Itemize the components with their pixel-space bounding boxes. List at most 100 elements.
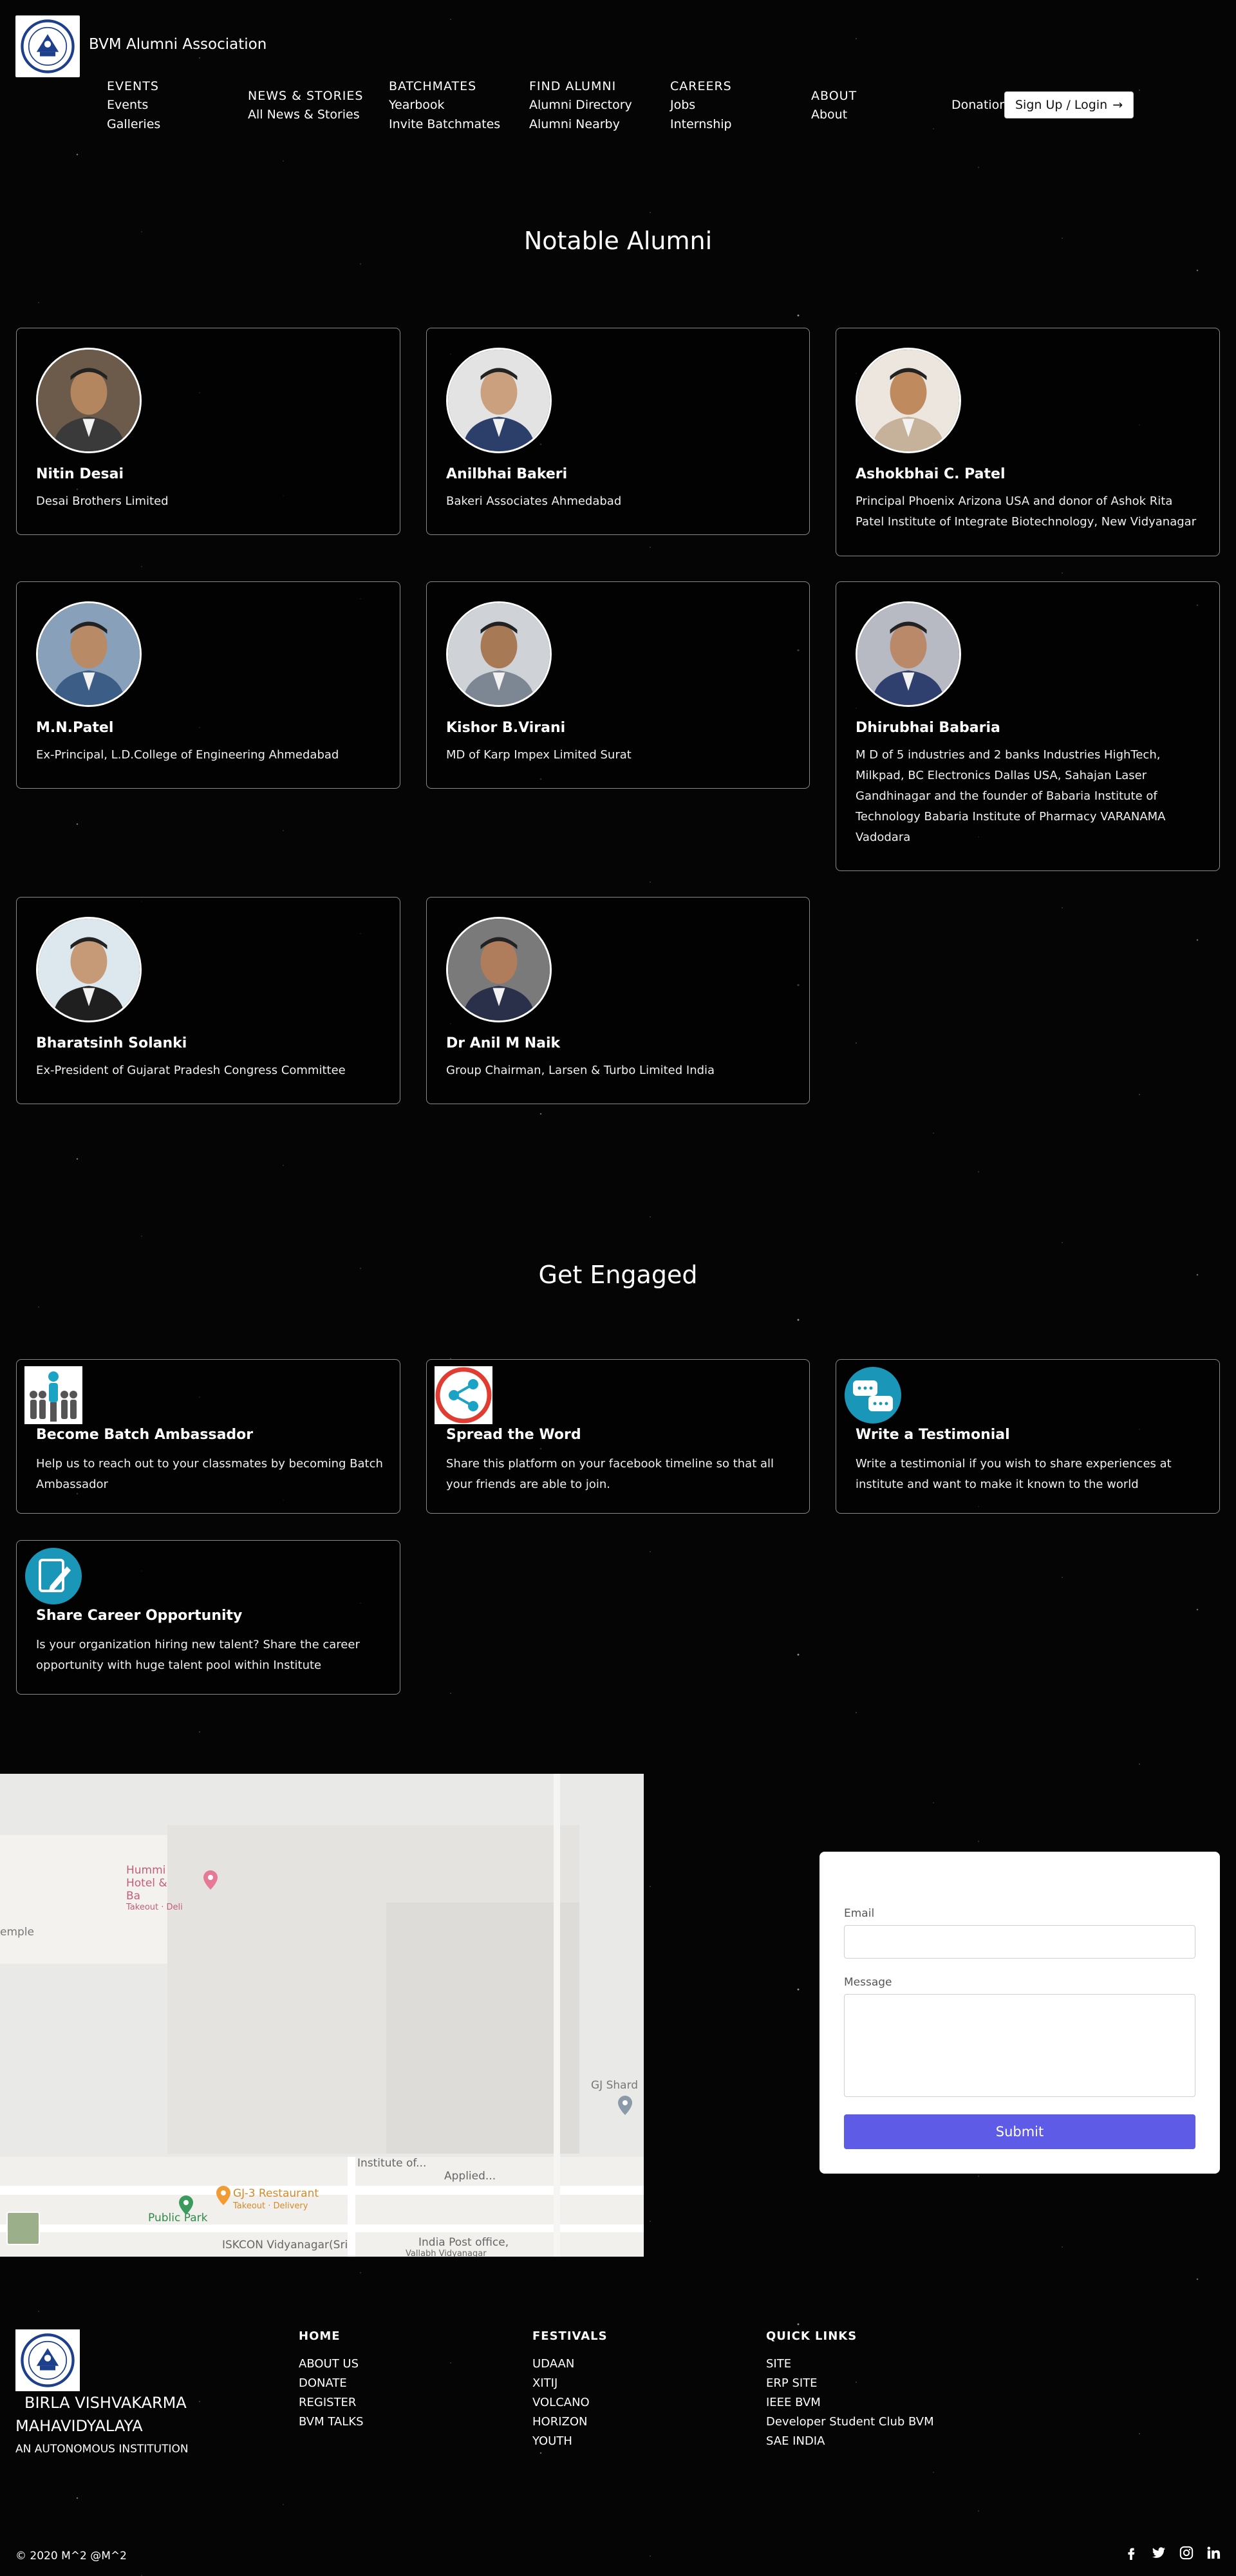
career-icon xyxy=(25,1548,82,1604)
alumni-photo xyxy=(448,350,550,451)
alumni-name: Dr Anil M Naik xyxy=(446,1035,561,1051)
message-label: Message xyxy=(844,1976,892,1989)
institution-name: BIRLA VISHVAKARMA MAHAVIDYALAYA xyxy=(15,2391,187,2438)
nav-news: NEWS & STORIES All News & Stories xyxy=(248,87,389,124)
brand-name[interactable]: BVM Alumni Association xyxy=(89,36,267,53)
footer-col-festivals: FESTIVALS UDAAN XITIJ VOLCANO HORIZON YO… xyxy=(532,2329,608,2451)
alumni-avatar xyxy=(446,601,552,707)
engage-card-spread[interactable]: Spread the Word Share this platform on y… xyxy=(426,1359,810,1514)
map-pin-icon[interactable] xyxy=(618,2096,632,2115)
map-pin-icon[interactable] xyxy=(203,1870,218,1890)
footer-link[interactable]: ABOUT US xyxy=(299,2355,364,2374)
footer-link[interactable]: DONATE xyxy=(299,2374,364,2393)
nav-link-jobs[interactable]: Jobs xyxy=(670,95,812,115)
map-block xyxy=(386,1903,579,2154)
footer-head: HOME xyxy=(299,2329,341,2343)
nav-careers: CAREERS Jobs Internship xyxy=(670,77,812,134)
footer-link[interactable]: IEEE BVM xyxy=(766,2393,934,2412)
alumni-avatar xyxy=(856,348,961,453)
instagram-icon[interactable] xyxy=(1179,2546,1194,2560)
alumni-card[interactable]: Dr Anil M Naik Group Chairman, Larsen & T… xyxy=(426,897,810,1104)
engage-card-career[interactable]: Share Career Opportunity Is your organiz… xyxy=(16,1540,400,1695)
twitter-icon[interactable] xyxy=(1151,2546,1166,2560)
footer-link[interactable]: SITE xyxy=(766,2355,934,2374)
signup-label: Sign Up / Login xyxy=(1015,98,1108,112)
map-satellite-toggle[interactable] xyxy=(6,2212,40,2245)
nav-link-nearby[interactable]: Alumni Nearby xyxy=(529,115,671,134)
alumni-name: Dhirubhai Babaria xyxy=(856,720,1000,736)
map-pin-icon[interactable] xyxy=(216,2186,230,2205)
submit-button[interactable]: Submit xyxy=(844,2114,1195,2149)
nav-link-about[interactable]: About xyxy=(811,105,953,124)
footer-logo[interactable] xyxy=(15,2329,80,2391)
map-road xyxy=(0,2224,644,2232)
nav-link-yearbook[interactable]: Yearbook xyxy=(389,95,530,115)
nav-head-events[interactable]: EVENTS xyxy=(107,77,248,95)
alumni-description: M D of 5 industries and 2 banks Industri… xyxy=(856,748,1166,844)
facebook-icon[interactable] xyxy=(1124,2546,1138,2560)
map-pin-icon[interactable] xyxy=(179,2195,193,2215)
institution-line2: MAHAVIDYALAYA xyxy=(15,2417,143,2435)
engage-card-ambassador[interactable]: Become Batch Ambassador Help us to reach… xyxy=(16,1359,400,1514)
map-label-restaurant-sub: Takeout · Delivery xyxy=(233,2201,308,2211)
site-header: BVM Alumni Association EVENTS Events Gal… xyxy=(0,0,1236,148)
nav-head-careers[interactable]: CAREERS xyxy=(670,77,812,95)
engage-desc: Share this platform on your facebook tim… xyxy=(446,1457,774,1491)
bvm-logo[interactable] xyxy=(15,15,80,77)
map-road xyxy=(0,2186,644,2195)
alumni-card[interactable]: Ashokbhai C. Patel Principal Phoenix Ariz… xyxy=(836,328,1220,556)
alumni-photo xyxy=(38,350,140,451)
alumni-card[interactable]: Nitin Desai Desai Brothers Limited xyxy=(16,328,400,535)
donation-link[interactable]: Donation xyxy=(951,98,1007,112)
location-map[interactable]: Hummi Hotel & Ba Takeout · Deli emple GJ… xyxy=(0,1774,644,2257)
linkedin-icon[interactable] xyxy=(1206,2546,1221,2560)
footer-link[interactable]: BVM TALKS xyxy=(299,2412,364,2432)
engage-desc: Is your organization hiring new talent? … xyxy=(36,1638,360,1672)
nav-head-batchmates[interactable]: BATCHMATES xyxy=(389,77,530,95)
footer-link[interactable]: REGISTER xyxy=(299,2393,364,2412)
map-road xyxy=(348,2157,355,2257)
alumni-avatar xyxy=(856,601,961,707)
footer-link[interactable]: Developer Student Club BVM xyxy=(766,2412,934,2432)
nav-link-galleries[interactable]: Galleries xyxy=(107,115,248,134)
alumni-name: Kishor B.Virani xyxy=(446,720,566,736)
nav-link-events[interactable]: Events xyxy=(107,95,248,115)
footer-link[interactable]: XITIJ xyxy=(532,2374,608,2393)
nav-link-internship[interactable]: Internship xyxy=(670,115,812,134)
alumni-avatar xyxy=(36,348,142,453)
alumni-card[interactable]: Dhirubhai Babaria M D of 5 industries and… xyxy=(836,581,1220,871)
nav-head-news[interactable]: NEWS & STORIES xyxy=(248,87,389,105)
alumni-description: Ex-Principal, L.D.College of Engineering… xyxy=(36,748,339,762)
copyright: © 2020 M^2 @M^2 xyxy=(15,2550,127,2562)
engage-title: Share Career Opportunity xyxy=(36,1608,243,1624)
engage-title: Become Batch Ambassador xyxy=(36,1427,254,1443)
alumni-card[interactable]: Anilbhai Bakeri Bakeri Associates Ahmedab… xyxy=(426,328,810,535)
footer-link[interactable]: HORIZON xyxy=(532,2412,608,2432)
alumni-card[interactable]: Bharatsinh Solanki Ex-President of Gujara… xyxy=(16,897,400,1104)
footer-link[interactable]: SAE INDIA xyxy=(766,2432,934,2451)
nav-head-find[interactable]: FIND ALUMNI xyxy=(529,77,671,95)
signup-login-button[interactable]: Sign Up / Login → xyxy=(1004,91,1134,118)
alumni-photo xyxy=(448,919,550,1020)
alumni-name: Anilbhai Bakeri xyxy=(446,466,568,482)
nav-head-about[interactable]: ABOUT xyxy=(811,87,953,105)
email-field[interactable] xyxy=(844,1925,1195,1959)
nav-link-directory[interactable]: Alumni Directory xyxy=(529,95,671,115)
alumni-card[interactable]: M.N.Patel Ex-Principal, L.D.College of En… xyxy=(16,581,400,789)
footer-link[interactable]: YOUTH xyxy=(532,2432,608,2451)
nav-link-all-news[interactable]: All News & Stories xyxy=(248,105,389,124)
alumni-avatar xyxy=(36,917,142,1022)
nav-link-invite[interactable]: Invite Batchmates xyxy=(389,115,530,134)
engage-title: Spread the Word xyxy=(446,1427,581,1443)
map-label-shard: GJ Shard xyxy=(591,2079,639,2092)
footer-link[interactable]: ERP SITE xyxy=(766,2374,934,2393)
alumni-avatar xyxy=(446,348,552,453)
message-field[interactable] xyxy=(844,1994,1195,2097)
alumni-photo xyxy=(38,603,140,705)
map-label-restaurant: GJ-3 Restaurant xyxy=(233,2187,319,2200)
footer-link[interactable]: VOLCANO xyxy=(532,2393,608,2412)
engage-card-testimonial[interactable]: Write a Testimonial Write a testimonial … xyxy=(836,1359,1220,1514)
map-label-applied: Applied... xyxy=(444,2170,496,2183)
footer-link[interactable]: UDAAN xyxy=(532,2355,608,2374)
alumni-card[interactable]: Kishor B.Virani MD of Karp Impex Limited … xyxy=(426,581,810,789)
